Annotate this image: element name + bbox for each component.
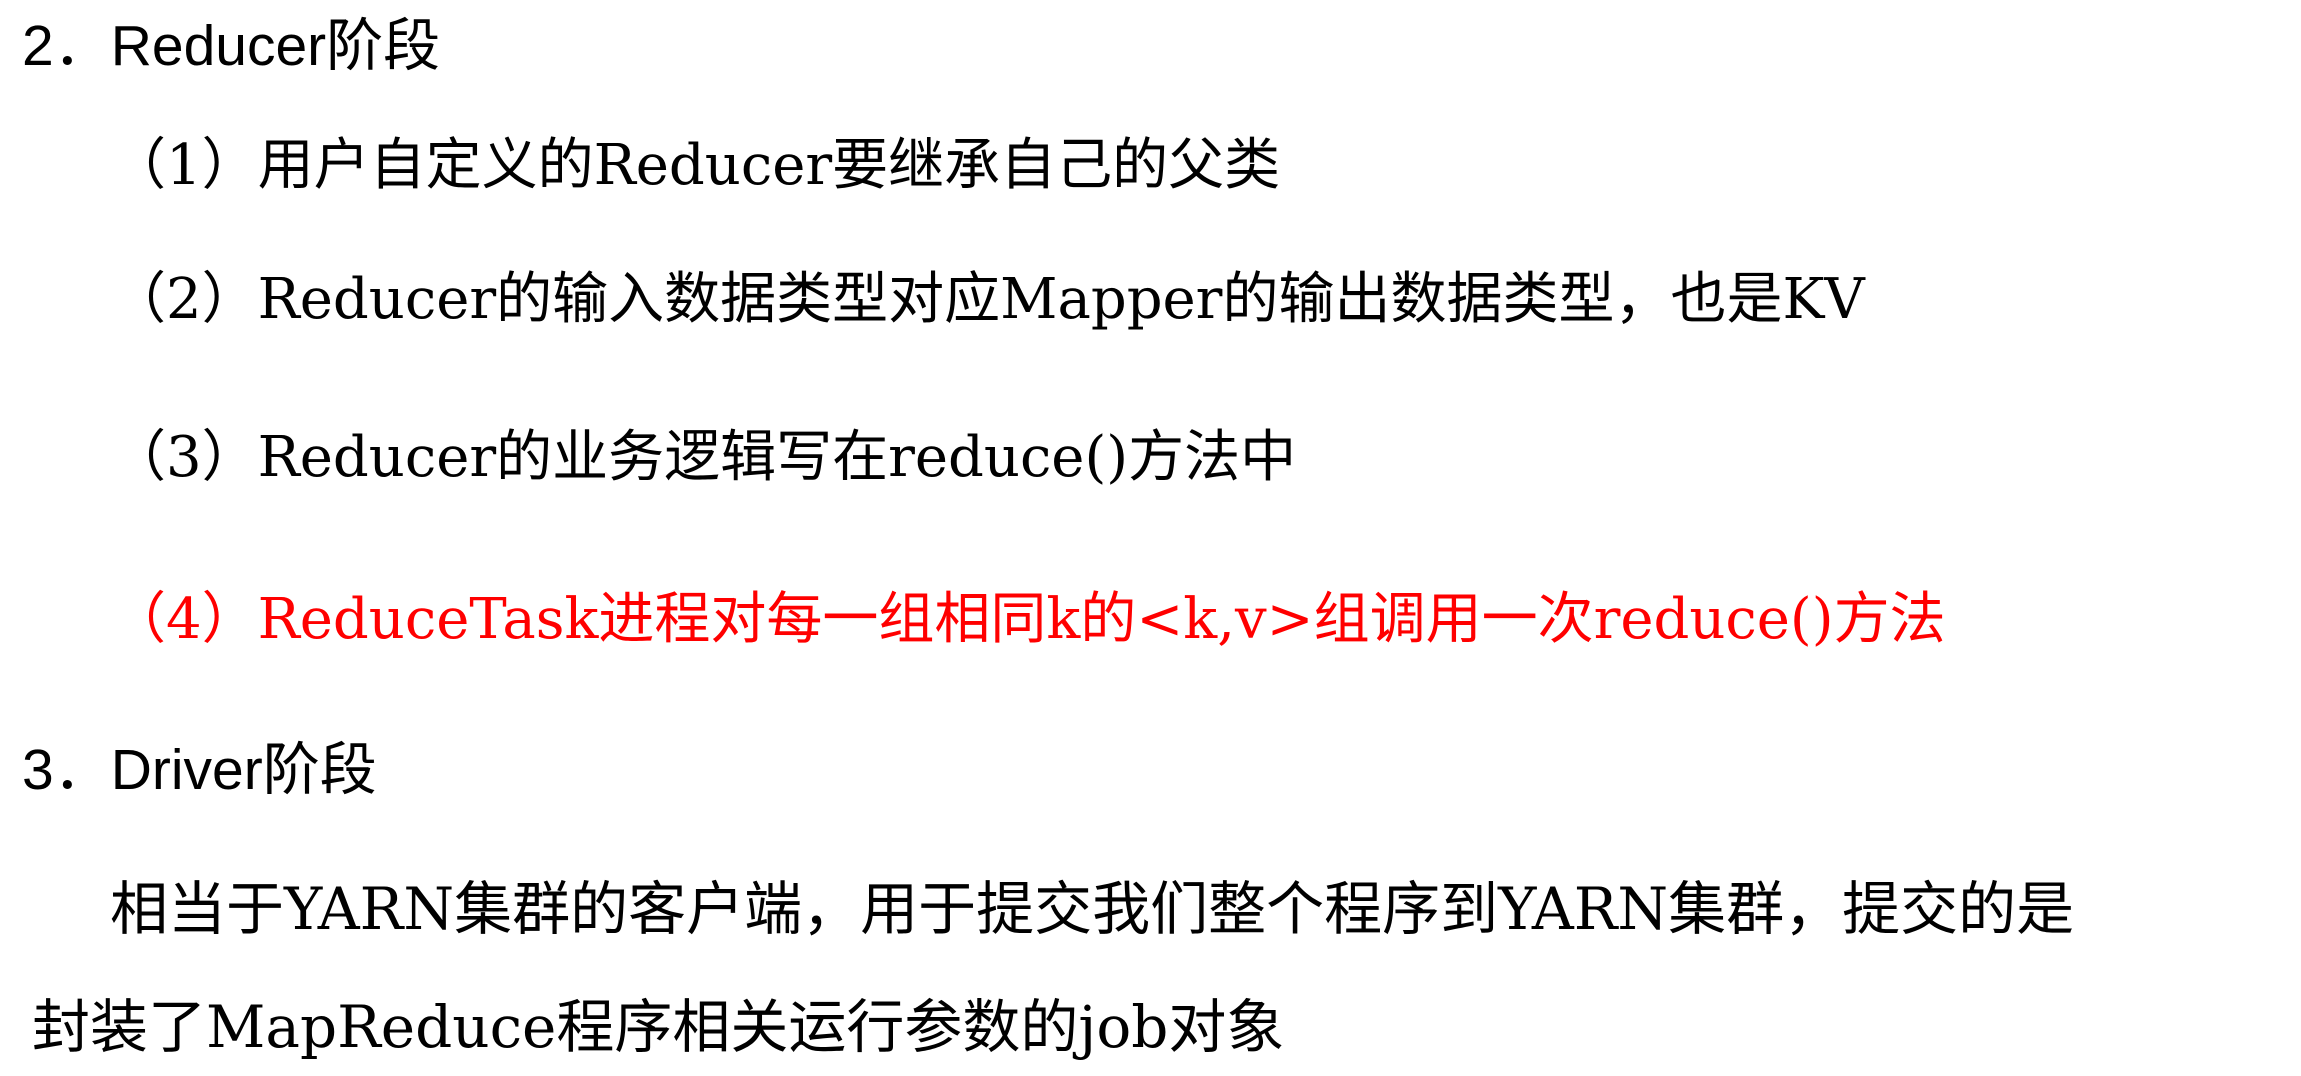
list-item-highlighted: （4）ReduceTask进程对每一组相同k的<k,v>组调用一次reduce(…: [110, 587, 1946, 652]
section-heading-driver: 3．Driver阶段: [22, 738, 377, 802]
list-item: （1）用户自定义的Reducer要继承自己的父类: [110, 133, 1281, 198]
driver-paragraph-line-1: 相当于YARN集群的客户端，用于提交我们整个程序到YARN集群，提交的是: [110, 875, 2075, 943]
section-heading-reducer: 2．Reducer阶段: [22, 14, 441, 78]
list-item: （2）Reducer的输入数据类型对应Mapper的输出数据类型，也是KV: [110, 267, 1865, 332]
driver-paragraph-line-2: 封装了MapReduce程序相关运行参数的job对象: [32, 993, 1285, 1061]
list-item: （3）Reducer的业务逻辑写在reduce()方法中: [110, 425, 1297, 490]
